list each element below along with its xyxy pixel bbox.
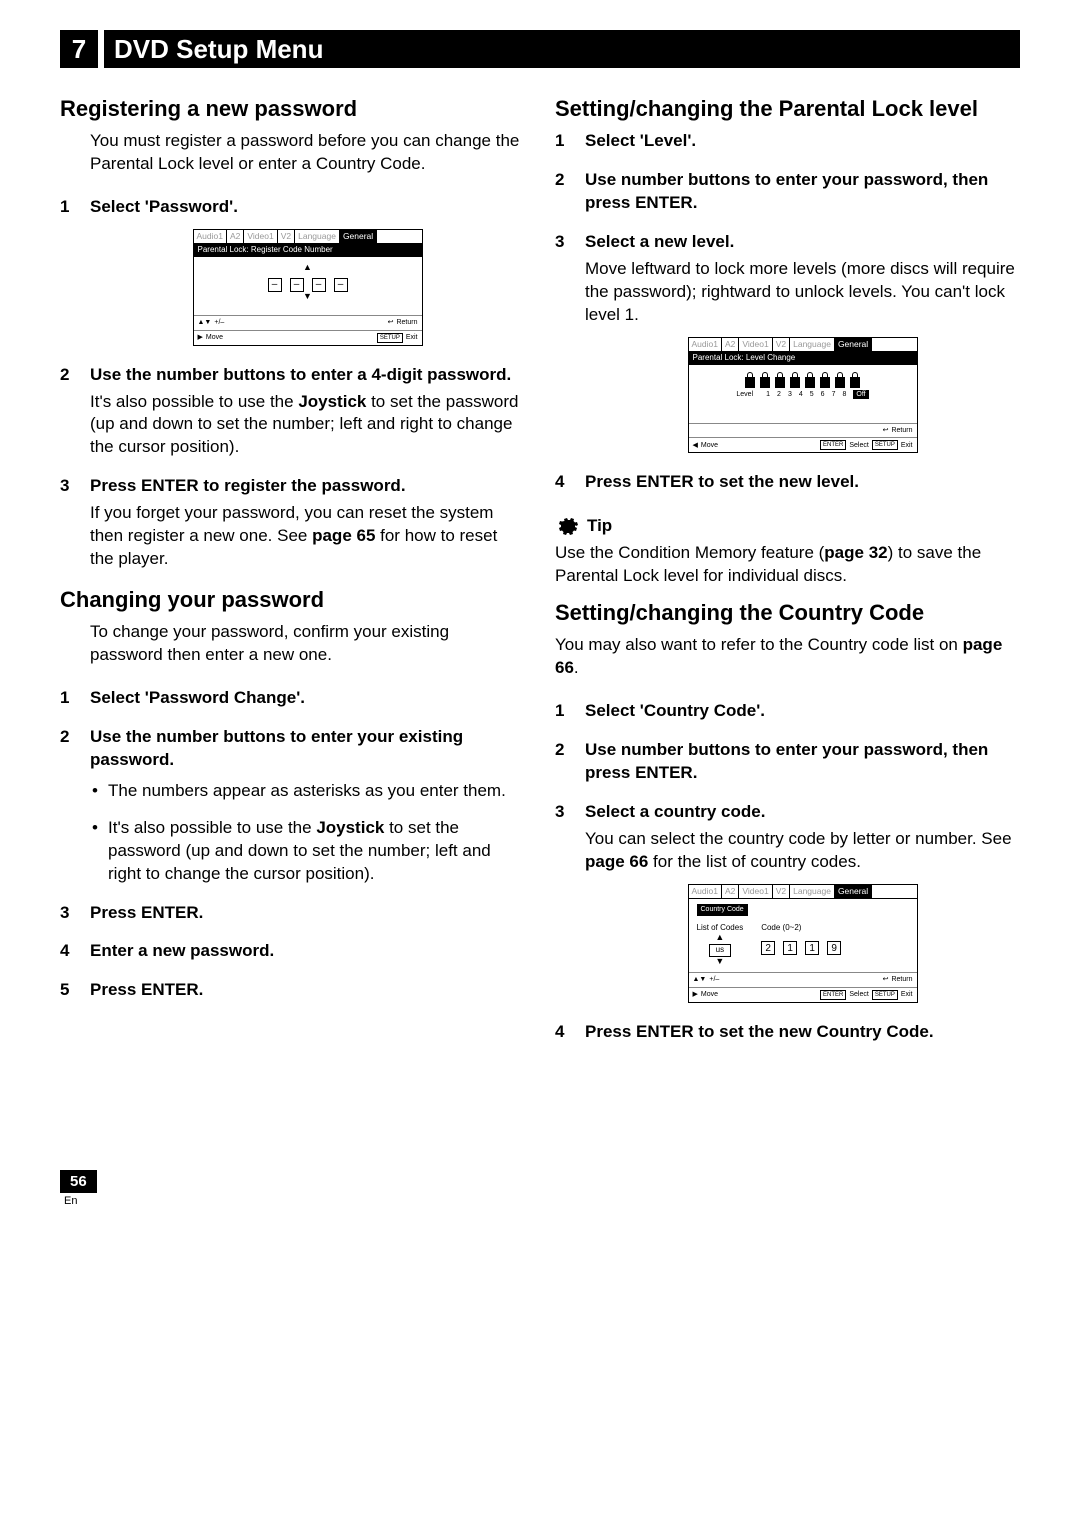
osd-password-title: Parental Lock: Register Code Number (194, 244, 422, 257)
right-column: Setting/changing the Parental Lock level… (555, 84, 1020, 1060)
osd-tab-audio1: Audio1 (194, 230, 227, 243)
step-select-new-level: Select a new level. (585, 232, 734, 251)
lock-icon (775, 377, 785, 388)
tip-body: Use the Condition Memory feature (page 3… (555, 542, 1020, 588)
heading-parental-level: Setting/changing the Parental Lock level (555, 96, 1020, 122)
tip-label: Tip (587, 516, 612, 536)
step-enter-4digit: Use the number buttons to enter a 4-digi… (90, 365, 511, 384)
step-press-enter-2: Press ENTER. (90, 980, 203, 999)
level-body: Move leftward to lock more levels (more … (585, 258, 1020, 327)
step-select-cc-code: Select a country code. (585, 802, 765, 821)
osd-tab-v2: V2 (278, 230, 295, 243)
off-label: Off (853, 390, 868, 399)
return-icon: ↩ (388, 318, 394, 327)
cc-title-pill: Country Code (697, 904, 748, 915)
exit-label: Exit (406, 333, 418, 342)
step-select-cc: Select 'Country Code'. (585, 701, 765, 720)
step-press-enter-level: Press ENTER to set the new level. (585, 472, 859, 491)
step-cc-enter-pw: Use number buttons to enter your passwor… (585, 740, 988, 782)
return-icon: ↩ (883, 975, 889, 984)
lock-icon (805, 377, 815, 388)
s3-page65: page 65 (312, 526, 375, 545)
step-select-pw-change: Select 'Password Change'. (90, 688, 305, 707)
chapter-title: DVD Setup Menu (104, 30, 1020, 68)
step-enter-new-pw: Enter a new password. (90, 941, 274, 960)
left-arrow-icon: ◀ (693, 441, 698, 450)
osd-password: Audio1 A2 Video1 V2 Language General Par… (193, 229, 423, 346)
lock-icon (820, 377, 830, 388)
lock-icon (790, 377, 800, 388)
osd-tab-language: Language (295, 230, 340, 243)
gear-icon (555, 514, 579, 538)
step-press-enter-register: Press ENTER to register the password. (90, 476, 406, 495)
updown-icon: ▲▼ (693, 975, 707, 984)
step-level-enter-pw: Use number buttons to enter your passwor… (585, 170, 988, 212)
heading-changing-password: Changing your password (60, 587, 525, 613)
play-icon: ▶ (198, 333, 203, 342)
osd-tab-video1: Video1 (244, 230, 277, 243)
step-select-password: Select 'Password'. (90, 197, 238, 216)
down-arrow-icon: ▼ (697, 957, 744, 966)
osd-level-title: Parental Lock: Level Change (689, 352, 917, 365)
digit-box-3: – (312, 278, 326, 292)
up-arrow-icon: ▲ (202, 263, 414, 272)
cc-intro: You may also want to refer to the Countr… (555, 634, 1020, 680)
heading-country-code: Setting/changing the Country Code (555, 600, 1020, 626)
s2-body-a: It's also possible to use the (90, 392, 298, 411)
intro-change: To change your password, confirm your ex… (60, 621, 525, 667)
down-arrow-icon: ▼ (202, 292, 414, 301)
level-steps: Select 'Level'. Use number buttons to en… (555, 130, 1020, 494)
bullet-joystick: It's also possible to use the Joystick t… (108, 817, 525, 886)
lock-icon (745, 377, 755, 388)
digit-box-2: – (290, 278, 304, 292)
osd-tab-a2: A2 (227, 230, 244, 243)
up-arrow-icon: ▲ (697, 933, 744, 942)
move-label: Move (206, 333, 223, 342)
return-icon: ↩ (883, 426, 889, 435)
chapter-number: 7 (60, 30, 98, 68)
step-select-level: Select 'Level'. (585, 131, 696, 150)
step-press-enter-1: Press ENTER. (90, 903, 203, 922)
heading-register-password: Registering a new password (60, 96, 525, 122)
step-press-enter-cc: Press ENTER to set the new Country Code. (585, 1022, 934, 1041)
page-number: 56 (60, 1170, 97, 1193)
setup-label: SETUP (377, 333, 403, 343)
updown-icon: ▲▼ (198, 318, 212, 327)
play-icon: ▶ (693, 990, 698, 999)
change-steps: Select 'Password Change'. Use the number… (60, 687, 525, 1002)
country-steps: Select 'Country Code'. Use number button… (555, 700, 1020, 1044)
cc-code-range: Code (0~2) (761, 923, 841, 934)
level-label: Level (736, 390, 753, 399)
return-label: Return (396, 318, 417, 327)
bullet-asterisks: The numbers appear as asterisks as you e… (108, 780, 525, 803)
lock-row (697, 377, 909, 388)
s2-joystick: Joystick (298, 392, 366, 411)
digit-box-1: – (268, 278, 282, 292)
page-footer: 56 En (60, 1170, 1020, 1207)
language-code: En (64, 1195, 1020, 1207)
digit-box-4: – (334, 278, 348, 292)
plusminus-label: +/– (214, 318, 224, 327)
osd-country-code: Audio1 A2 Video1 V2 Language General Cou… (688, 884, 918, 1003)
osd-tab-general: General (340, 230, 377, 243)
lock-icon (850, 377, 860, 388)
step-enter-existing: Use the number buttons to enter your exi… (90, 727, 463, 769)
left-column: Registering a new password You must regi… (60, 84, 525, 1060)
lock-icon (760, 377, 770, 388)
chapter-header: 7 DVD Setup Menu (60, 30, 1020, 68)
osd-level: Audio1 A2 Video1 V2 Language General Par… (688, 337, 918, 454)
lock-icon (835, 377, 845, 388)
tip-header: Tip (555, 514, 1020, 538)
register-steps: Select 'Password'. Audio1 A2 Video1 V2 L… (60, 196, 525, 571)
intro-register: You must register a password before you … (60, 130, 525, 176)
